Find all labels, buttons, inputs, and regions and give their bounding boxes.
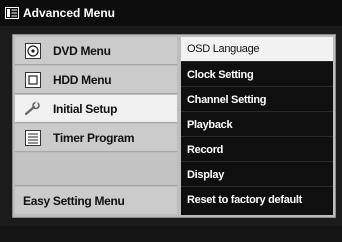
submenu-item-playback[interactable]: Playback	[181, 113, 333, 137]
menu-item-label: Timer Program	[53, 130, 135, 145]
submenu-item-label: Reset to factory default	[187, 194, 303, 206]
menu-item-empty	[15, 153, 177, 186]
screen: Advanced Menu DVD Menu HDD Menu Initial …	[0, 0, 342, 242]
menu-item-label: DVD Menu	[53, 43, 111, 58]
hdd-icon	[23, 71, 43, 88]
submenu-item-display[interactable]: Display	[181, 163, 333, 187]
wrench-icon	[23, 101, 43, 117]
menu-item-dvd[interactable]: DVD Menu	[15, 37, 177, 65]
submenu-item-reset[interactable]: Reset to factory default	[181, 188, 333, 212]
menu-icon	[5, 7, 19, 19]
submenu-item-clock-setting[interactable]: Clock Setting	[181, 63, 333, 87]
menu-item-label: Easy Setting Menu	[23, 193, 125, 208]
menu-item-label: Initial Setup	[53, 101, 118, 116]
submenu-item-osd-language[interactable]: OSD Language	[181, 37, 333, 62]
submenu-item-label: Display	[187, 168, 225, 181]
submenu-item-label: Channel Setting	[187, 93, 267, 106]
menu-title: Advanced Menu	[23, 6, 116, 20]
submenu-item-record[interactable]: Record	[181, 138, 333, 162]
menu-item-hdd[interactable]: HDD Menu	[15, 66, 177, 94]
submenu-item-label: Clock Setting	[187, 68, 254, 81]
menu-panel: DVD Menu HDD Menu Initial Setup Timer Pr…	[12, 34, 336, 218]
menu-item-initial-setup[interactable]: Initial Setup	[15, 95, 177, 123]
menu-item-easy-setting[interactable]: Easy Setting Menu	[15, 187, 177, 214]
disc-icon	[23, 42, 43, 59]
submenu-item-label: OSD Language	[187, 43, 260, 55]
left-menu: DVD Menu HDD Menu Initial Setup Timer Pr…	[15, 37, 177, 215]
bottom-bar	[0, 226, 342, 242]
submenu-item-label: Playback	[187, 118, 233, 131]
menu-item-label: HDD Menu	[53, 72, 112, 87]
submenu-item-label: Record	[187, 143, 224, 156]
submenu: OSD Language Clock Setting Channel Setti…	[181, 37, 333, 215]
title-bar: Advanced Menu	[0, 0, 342, 26]
submenu-item-channel-setting[interactable]: Channel Setting	[181, 88, 333, 112]
list-icon	[23, 129, 43, 146]
menu-item-timer-program[interactable]: Timer Program	[15, 124, 177, 152]
